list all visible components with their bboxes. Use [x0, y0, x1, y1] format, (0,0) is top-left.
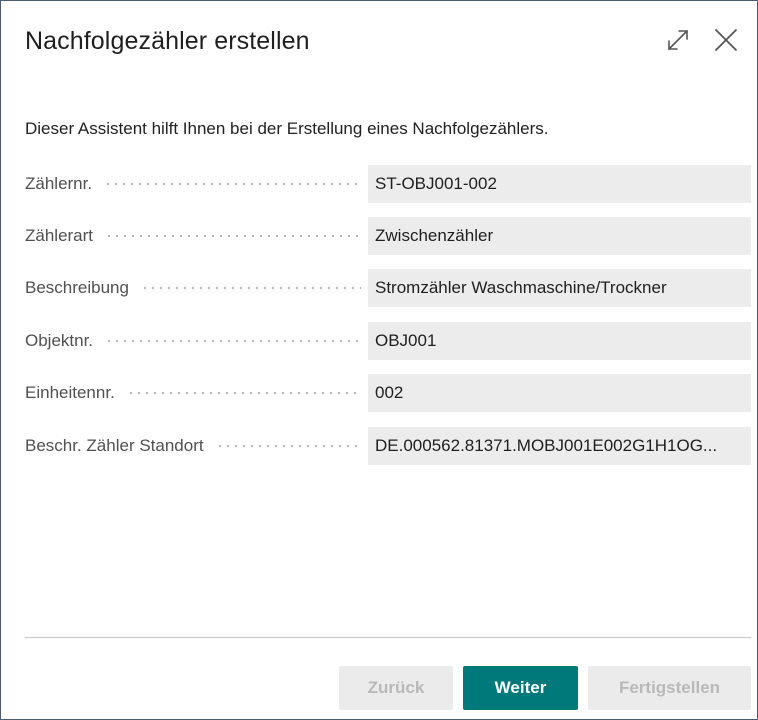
finish-button[interactable]: Fertigstellen [588, 666, 751, 710]
dialog-title: Nachfolgezähler erstellen [25, 27, 310, 55]
field-label: Objektnr. [25, 331, 94, 350]
field-value-zaehlerart[interactable]: Zwischenzähler [368, 217, 751, 255]
intro-text: Dieser Assistent hilft Ihnen bei der Ers… [25, 119, 549, 138]
field-row-objektnr: Objektnr. OBJ001 [25, 322, 751, 360]
field-label: Zählernr. [25, 174, 93, 193]
next-button[interactable]: Weiter [463, 666, 578, 710]
field-row-beschreibung: Beschreibung Stromzähler Waschmaschine/T… [25, 269, 751, 307]
dot-leader [104, 183, 361, 185]
wizard-dialog: Nachfolgezähler erstellen Dieser Assiste… [0, 0, 758, 720]
field-row-standort: Beschr. Zähler Standort DE.000562.81371.… [25, 427, 751, 465]
footer-divider [25, 637, 751, 638]
field-value-beschreibung[interactable]: Stromzähler Waschmaschine/Trockner [368, 269, 751, 307]
expand-icon [668, 30, 688, 50]
dot-leader [126, 392, 361, 394]
expand-button[interactable] [663, 25, 693, 55]
field-row-zaehlerart: Zählerart Zwischenzähler [25, 217, 751, 255]
dot-leader [105, 235, 361, 237]
close-icon [715, 29, 737, 51]
field-label: Einheitennr. [25, 383, 115, 402]
field-value-standort[interactable]: DE.000562.81371.MOBJ001E002G1H1OG... [368, 427, 751, 465]
field-value-einheitennr[interactable]: 002 [368, 374, 751, 412]
field-row-einheitennr: Einheitennr. 002 [25, 374, 751, 412]
dot-leader [140, 287, 361, 289]
field-value-objektnr[interactable]: OBJ001 [368, 322, 751, 360]
dot-leader [215, 445, 361, 447]
close-button[interactable] [711, 25, 741, 55]
field-label: Beschr. Zähler Standort [25, 436, 204, 455]
field-label: Beschreibung [25, 278, 129, 297]
dot-leader [105, 340, 361, 342]
field-row-zaehlernr: Zählernr. ST-OBJ001-002 [25, 165, 751, 203]
field-label: Zählerart [25, 226, 94, 245]
back-button[interactable]: Zurück [339, 666, 453, 710]
field-value-zaehlernr[interactable]: ST-OBJ001-002 [368, 165, 751, 203]
